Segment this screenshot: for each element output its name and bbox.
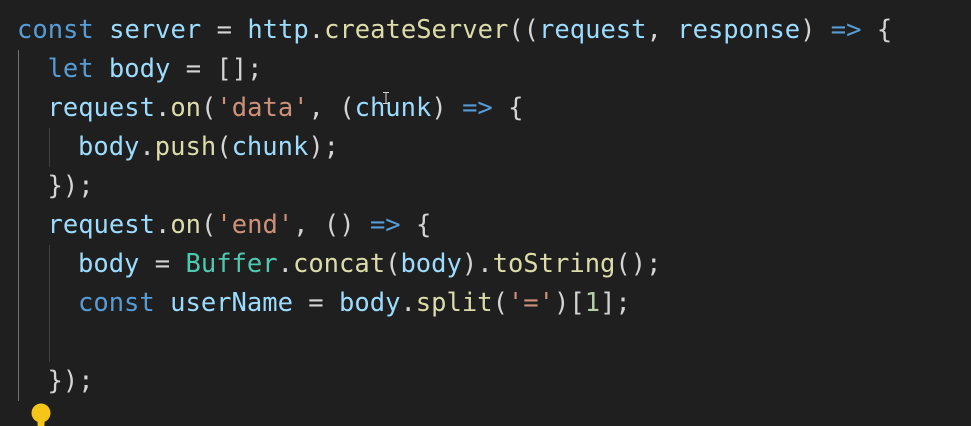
code-token-function: concat [292, 249, 386, 279]
code-token-punctuation: { [400, 210, 432, 240]
code-token-variable: request [47, 210, 155, 240]
code-token-variable: body [339, 288, 401, 318]
indent-guide [18, 89, 19, 128]
indent-guide [18, 167, 19, 206]
code-token-punctuation: . [154, 93, 171, 123]
code-token-punctuation: ( [201, 93, 217, 123]
code-token-string: '=' [507, 288, 554, 318]
code-token-function: on [170, 210, 202, 240]
code-token-punctuation: ) [800, 15, 831, 45]
code-token-punctuation: , ( [308, 93, 355, 123]
code-token-punctuation: = []; [170, 54, 263, 84]
code-line[interactable]: }); [48, 362, 94, 401]
code-token-punctuation: . [154, 210, 171, 240]
code-token-punctuation: ( [492, 288, 508, 318]
text-cursor-icon [383, 92, 389, 104]
code-token-punctuation: . [139, 132, 155, 162]
code-token-punctuation: { [861, 15, 893, 45]
code-token-punctuation: (); [615, 249, 662, 279]
indent-guide [18, 128, 19, 167]
code-line[interactable]: }); [48, 167, 94, 206]
code-token-punctuation: ]; [600, 288, 631, 318]
code-line[interactable]: body.push(chunk); [78, 128, 339, 167]
code-token-keyword: => [369, 210, 401, 240]
code-line[interactable]: request.on('data', (chunk) => { [48, 89, 524, 128]
indent-guide [18, 50, 19, 89]
indent-guide [18, 362, 19, 401]
code-token-punctuation: = [292, 288, 340, 318]
code-token-string: 'data' [216, 93, 309, 123]
code-token-punctuation [155, 288, 170, 318]
code-token-variable: body [78, 249, 140, 279]
code-token-punctuation: ( [201, 210, 217, 240]
code-token-function: split [415, 288, 493, 318]
code-token-punctuation: , [646, 15, 678, 45]
code-token-variable: body [108, 54, 171, 84]
lightbulb-icon[interactable] [30, 403, 52, 426]
code-token-function: toString [492, 249, 616, 279]
code-token-variable: body [78, 132, 140, 162]
code-line[interactable]: const server = http.createServer((reques… [17, 11, 892, 50]
code-token-class: Buffer [185, 249, 278, 279]
code-token-string: 'end' [216, 210, 294, 240]
code-token-punctuation: . [400, 288, 416, 318]
code-token-variable: response [677, 15, 801, 45]
code-token-punctuation: { [492, 93, 524, 123]
code-token-punctuation: ( [385, 249, 401, 279]
code-line[interactable]: body = Buffer.concat(body).toString(); [78, 245, 661, 284]
indent-guide [18, 284, 19, 323]
code-token-keyword: const [17, 15, 94, 45]
code-token-variable: userName [170, 288, 293, 318]
indent-guide [48, 323, 50, 362]
code-token-variable: request [539, 15, 647, 45]
code-token-punctuation: . [277, 249, 293, 279]
code-token-punctuation: }); [47, 366, 94, 396]
code-token-function: on [170, 93, 202, 123]
code-token-variable: request [47, 93, 155, 123]
indent-guide [48, 245, 50, 284]
code-token-variable: body [400, 249, 462, 279]
code-token-punctuation: ). [461, 249, 493, 279]
code-token-variable: chunk [354, 93, 432, 123]
code-token-punctuation: , () [293, 210, 370, 240]
code-token-keyword: let [47, 54, 94, 84]
code-token-keyword: => [830, 15, 862, 45]
code-token-punctuation: ); [308, 132, 340, 162]
code-line[interactable]: const userName = body.split('=')[1]; [78, 284, 631, 323]
code-line[interactable]: request.on('end', () => { [48, 206, 432, 245]
code-token-variable: http [247, 15, 309, 45]
code-token-punctuation: ( [216, 132, 232, 162]
code-token-punctuation: = [201, 15, 248, 45]
indent-guide [48, 284, 50, 323]
code-token-variable: chunk [231, 132, 309, 162]
code-token-punctuation: (( [508, 15, 540, 45]
code-token-function: push [154, 132, 217, 162]
code-token-punctuation [94, 15, 109, 45]
code-token-punctuation [94, 54, 109, 84]
code-token-punctuation: ) [431, 93, 463, 123]
indent-guide [18, 245, 19, 284]
code-token-keyword: => [462, 93, 493, 123]
code-token-variable: server [109, 15, 202, 45]
indent-guide [18, 206, 19, 245]
indent-guide [18, 323, 19, 362]
code-token-punctuation: )[ [553, 288, 585, 318]
code-token-punctuation: }); [47, 171, 94, 201]
code-editor[interactable]: const server = http.createServer((reques… [0, 0, 971, 426]
code-token-number: 1 [584, 288, 601, 318]
code-token-keyword: const [78, 288, 155, 318]
indent-guide [48, 128, 50, 167]
code-token-function: createServer [324, 15, 509, 45]
code-token-punctuation: = [139, 249, 186, 279]
code-line[interactable]: let body = []; [48, 50, 263, 89]
code-token-punctuation: . [308, 15, 325, 45]
